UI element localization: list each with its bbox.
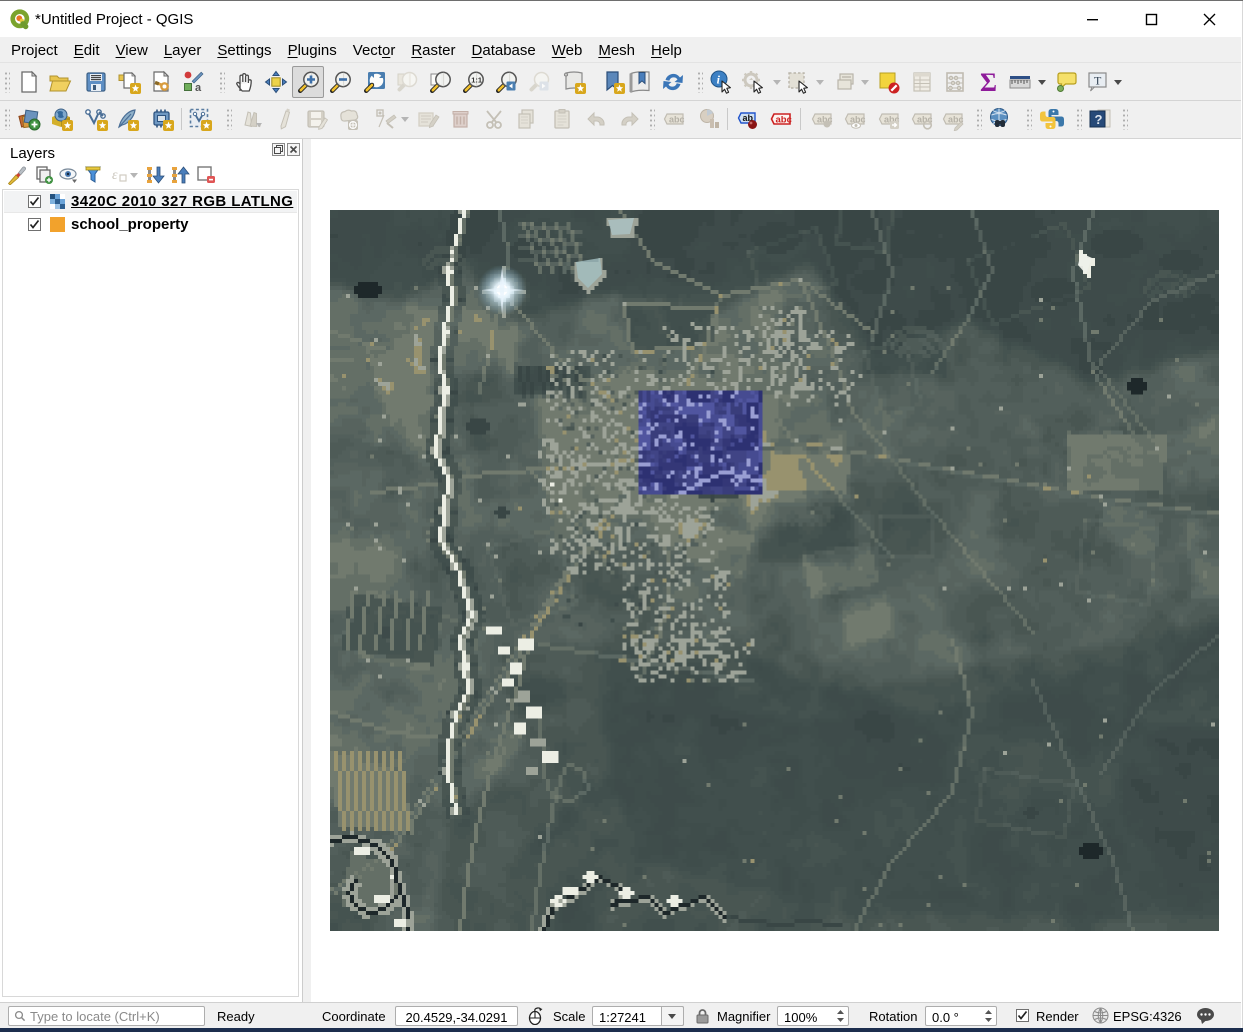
svg-text:a: a xyxy=(195,82,202,94)
svg-text:abc: abc xyxy=(776,115,792,126)
svg-text:?: ? xyxy=(1095,112,1103,127)
svg-text:ε: ε xyxy=(112,168,118,183)
svg-text:1:1: 1:1 xyxy=(471,76,482,85)
svg-text:Σ: Σ xyxy=(980,70,997,94)
svg-text:abc: abc xyxy=(669,115,685,125)
svg-text:T: T xyxy=(1094,74,1102,88)
